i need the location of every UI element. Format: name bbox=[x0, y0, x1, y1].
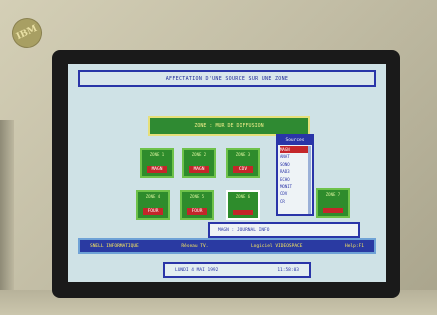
display-area: AFFECTATION D'UNE SOURCE SUR UNE ZONE ZO… bbox=[68, 64, 386, 282]
status-bar: SNELL INFORMATIQUE Réseau TV. Logiciel V… bbox=[78, 238, 376, 254]
source-item-anat[interactable]: ANAT bbox=[280, 153, 310, 160]
zone-tile-7[interactable]: ZONE 7 bbox=[316, 188, 350, 218]
zone-label: ZONE 3 bbox=[235, 152, 251, 157]
sources-list-title: Sources bbox=[278, 136, 312, 145]
zone-source: MAGN bbox=[189, 166, 209, 173]
current-time: 11:58:03 bbox=[277, 267, 299, 273]
zone-tile-6[interactable]: ZONE 6 bbox=[226, 190, 260, 220]
zone-source: MAGN bbox=[147, 166, 167, 173]
bezel-shadow bbox=[0, 120, 14, 315]
brand-logo: IBM bbox=[7, 13, 47, 53]
zone-label: ZONE 6 bbox=[235, 194, 251, 199]
status-network: Réseau TV. bbox=[181, 243, 209, 249]
zone-map-title: ZONE : MUR DE DIFFUSION bbox=[148, 116, 310, 136]
zone-source: FOUR bbox=[187, 208, 207, 215]
source-item-cr[interactable]: CR bbox=[280, 198, 310, 205]
zone-label: ZONE 5 bbox=[189, 194, 205, 199]
zone-label: ZONE 1 bbox=[149, 152, 165, 157]
sources-list[interactable]: Sources MAGN ANAT SONO RAD3 ECHO MONIT C… bbox=[276, 134, 314, 216]
source-item-sono[interactable]: SONO bbox=[280, 161, 310, 168]
source-item-cdv[interactable]: CDV bbox=[280, 190, 310, 197]
date-time-bar: LUNDI 4 MAI 1992 11:58:03 bbox=[163, 262, 311, 278]
zone-tile-2[interactable]: ZONE 2 MAGN bbox=[182, 148, 216, 178]
zone-tile-5[interactable]: ZONE 5 FOUR bbox=[180, 190, 214, 220]
zone-label: ZONE 2 bbox=[191, 152, 207, 157]
zone-source bbox=[233, 210, 253, 215]
source-info-box: MAGN : JOURNAL INFO bbox=[208, 222, 360, 238]
window-title: AFFECTATION D'UNE SOURCE SUR UNE ZONE bbox=[78, 70, 376, 87]
current-date: LUNDI 4 MAI 1992 bbox=[175, 267, 219, 273]
zone-label: ZONE 4 bbox=[145, 194, 161, 199]
source-item-magn[interactable]: MAGN bbox=[280, 146, 310, 154]
sources-scrollbar[interactable] bbox=[308, 146, 311, 214]
zone-tile-4[interactable]: ZONE 4 FOUR bbox=[136, 190, 170, 220]
zone-tile-1[interactable]: ZONE 1 MAGN bbox=[140, 148, 174, 178]
source-item-echo[interactable]: ECHO bbox=[280, 176, 310, 183]
status-help[interactable]: Help:F1 bbox=[345, 244, 364, 249]
source-item-rad3[interactable]: RAD3 bbox=[280, 168, 310, 175]
source-item-monit[interactable]: MONIT bbox=[280, 183, 310, 190]
status-company: SNELL INFORMATIQUE bbox=[90, 243, 139, 249]
zone-tile-3[interactable]: ZONE 3 CDV bbox=[226, 148, 260, 178]
zone-source: CDV bbox=[233, 166, 253, 173]
zone-label: ZONE 7 bbox=[325, 192, 341, 197]
zone-source bbox=[323, 208, 343, 213]
status-software: Logiciel VIDEOSPACE bbox=[250, 243, 303, 249]
zone-source: FOUR bbox=[143, 208, 163, 215]
